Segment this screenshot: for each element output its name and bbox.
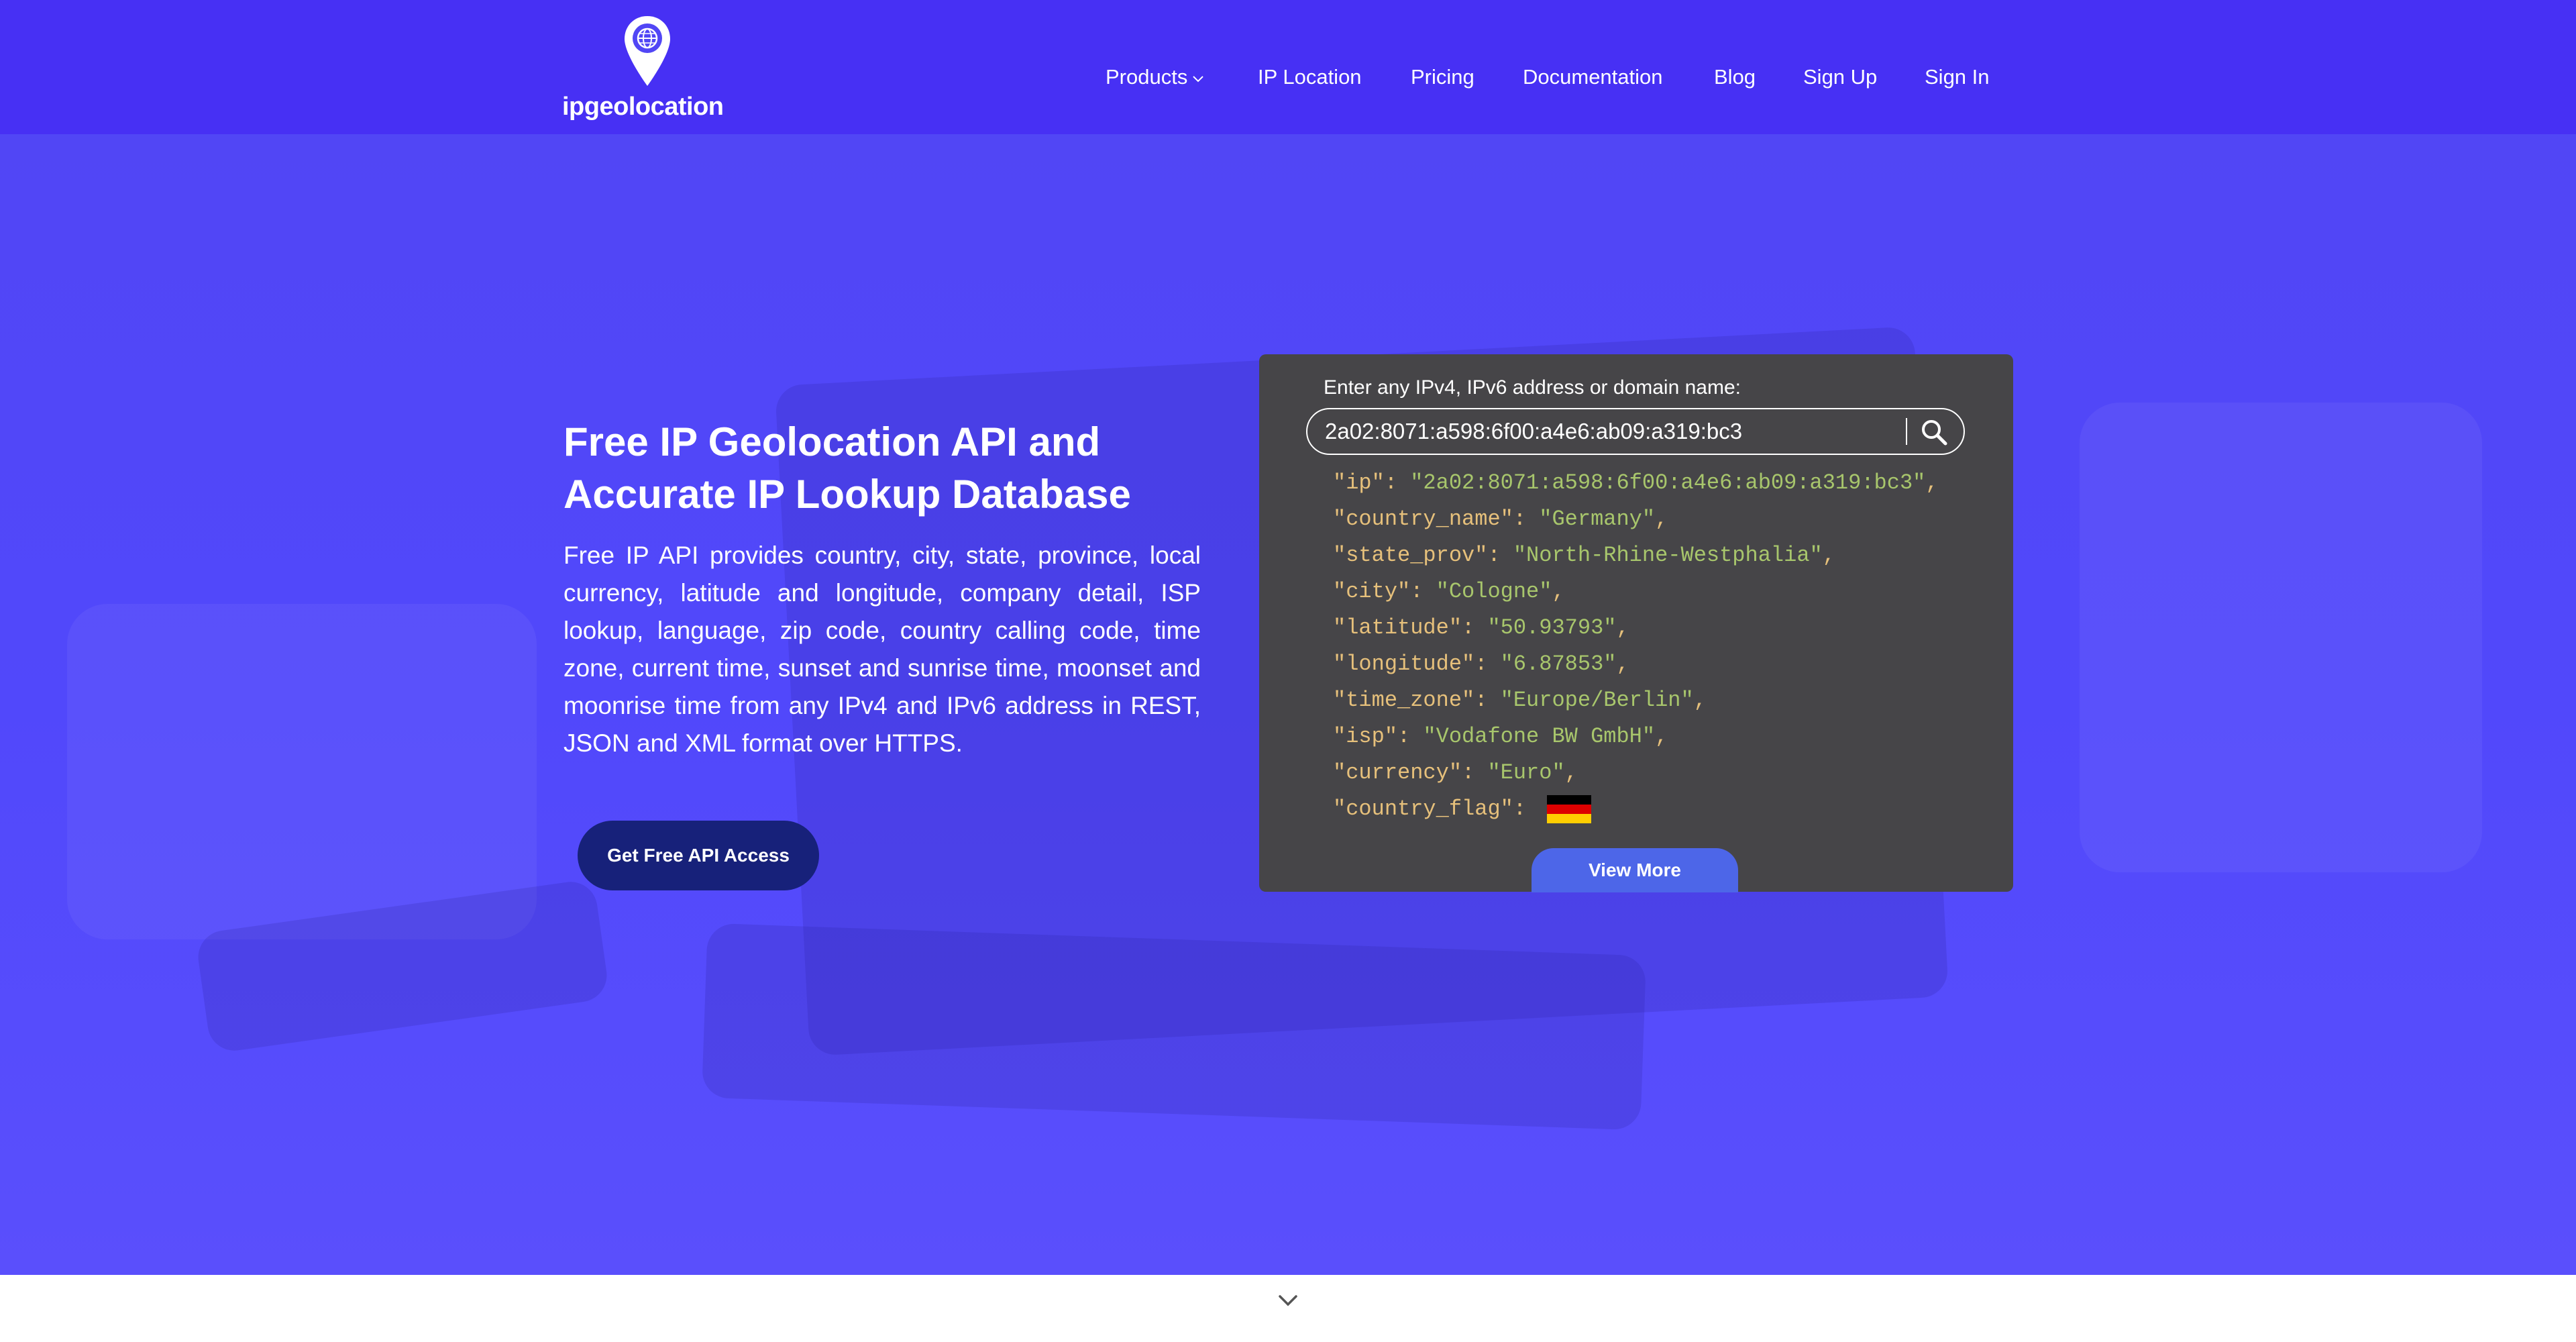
brand-name: ipgeolocation: [562, 93, 724, 121]
top-navbar: ipgeolocation Products IP Location Prici…: [0, 0, 2576, 134]
location-pin-icon: [625, 16, 670, 86]
nav-sign-in[interactable]: Sign In: [1925, 60, 1990, 94]
ip-lookup-panel: Enter any IPv4, IPv6 address or domain n…: [1259, 354, 2013, 892]
json-line-city: "city": "Cologne",: [1333, 579, 1565, 604]
nav-sign-up[interactable]: Sign Up: [1803, 60, 1877, 94]
json-line-time-zone: "time_zone": "Europe/Berlin",: [1333, 688, 1707, 713]
hero-title: Free IP Geolocation API and Accurate IP …: [564, 419, 1131, 517]
json-line-ip: "ip": "2a02:8071:a598:6f00:a4e6:ab09:a31…: [1333, 470, 1939, 495]
background-light-shape: [2080, 403, 2482, 872]
chevron-down-icon: [1193, 76, 1204, 83]
lookup-label: Enter any IPv4, IPv6 address or domain n…: [1324, 376, 1741, 399]
search-icon[interactable]: [1915, 415, 1953, 450]
nav-documentation[interactable]: Documentation: [1523, 60, 1663, 94]
ip-search-input[interactable]: [1325, 409, 1902, 454]
chevron-down-icon[interactable]: [1275, 1290, 1301, 1310]
background-keyboard-shape: [701, 923, 1647, 1131]
json-line-isp: "isp": "Vodafone BW GmbH",: [1333, 724, 1668, 749]
nav-pricing[interactable]: Pricing: [1411, 60, 1474, 94]
lookup-search-box: [1306, 408, 1965, 455]
search-divider: [1906, 418, 1907, 445]
json-line-state-prov: "state_prov": "North-Rhine-Westphalia",: [1333, 543, 1835, 568]
nav-products-label: Products: [1106, 65, 1188, 89]
json-line-latitude: "latitude": "50.93793",: [1333, 615, 1629, 640]
nav-products[interactable]: Products: [1106, 60, 1205, 94]
json-line-longitude: "longitude": "6.87853",: [1333, 652, 1629, 676]
background-light-shape: [67, 604, 537, 939]
json-line-currency: "currency": "Euro",: [1333, 760, 1578, 785]
nav-ip-location[interactable]: IP Location: [1258, 60, 1362, 94]
json-line-country-name: "country_name": "Germany",: [1333, 507, 1668, 531]
hero-description: Free IP API provides country, city, stat…: [564, 541, 1201, 757]
json-line-country-flag: "country_flag":: [1333, 794, 1592, 824]
get-free-api-access-button[interactable]: Get Free API Access: [578, 821, 819, 890]
nav-blog[interactable]: Blog: [1714, 60, 1756, 94]
view-more-button[interactable]: View More: [1532, 848, 1738, 892]
germany-flag-icon: [1547, 794, 1592, 823]
logo[interactable]: ipgeolocation: [562, 15, 730, 121]
